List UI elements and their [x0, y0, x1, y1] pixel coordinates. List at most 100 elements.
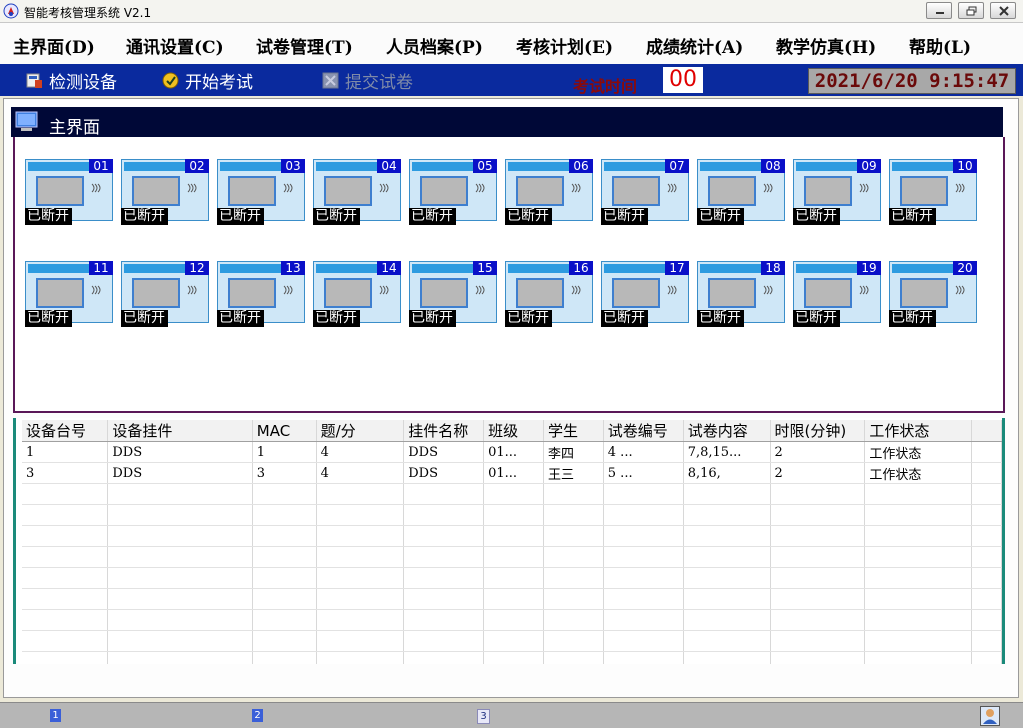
menu-paper-management[interactable]: 试卷管理(T): [256, 33, 353, 58]
device-tile[interactable]: 10 已断开: [889, 159, 977, 225]
column-header[interactable]: MAC: [252, 420, 317, 442]
device-tile[interactable]: 03 已断开: [217, 159, 305, 225]
empty-cell: [864, 651, 973, 664]
empty-cell: [864, 525, 973, 547]
device-tile[interactable]: 07 已断开: [601, 159, 689, 225]
empty-cell: [770, 483, 866, 505]
empty-cell: [971, 525, 1002, 547]
device-screen: [324, 278, 372, 308]
table-cell: [971, 462, 1002, 484]
empty-cell: [483, 504, 544, 526]
menu-main[interactable]: 主界面(D): [13, 33, 95, 58]
device-screen: [516, 176, 564, 206]
start-exam-icon: [162, 72, 179, 88]
submit-paper-button[interactable]: 提交试卷: [322, 69, 413, 93]
device-screen: [900, 278, 948, 308]
device-tile[interactable]: 11 已断开: [25, 261, 113, 327]
minimize-button[interactable]: [926, 2, 952, 19]
rfid-icon: [187, 183, 197, 193]
column-header[interactable]: 试卷编号: [603, 420, 684, 442]
detect-devices-button[interactable]: 检测设备: [26, 69, 117, 93]
empty-cell: [864, 546, 973, 568]
device-tile[interactable]: 19 已断开: [793, 261, 881, 327]
device-tile[interactable]: 18 已断开: [697, 261, 785, 327]
device-tile[interactable]: 17 已断开: [601, 261, 689, 327]
column-header[interactable]: 挂件名称: [403, 420, 485, 442]
device-tile[interactable]: 05 已断开: [409, 159, 497, 225]
empty-cell: [483, 546, 544, 568]
device-tile[interactable]: 02 已断开: [121, 159, 209, 225]
empty-cell: [483, 630, 544, 652]
column-header[interactable]: 试卷内容: [683, 420, 771, 442]
device-status: 已断开: [409, 310, 456, 327]
device-tile[interactable]: 04 已断开: [313, 159, 401, 225]
title-bar: 智能考核管理系统 V2.1: [0, 0, 1023, 23]
column-header[interactable]: [971, 420, 1002, 442]
status-panel-2: 2: [252, 709, 263, 722]
empty-cell: [252, 525, 317, 547]
device-tile[interactable]: 16 已断开: [505, 261, 593, 327]
close-button[interactable]: [990, 2, 1016, 19]
column-header[interactable]: 设备挂件: [107, 420, 253, 442]
device-screen: [804, 176, 852, 206]
empty-cell: [252, 630, 317, 652]
device-tile[interactable]: 14 已断开: [313, 261, 401, 327]
restore-button[interactable]: [958, 2, 984, 19]
submit-paper-icon: [322, 72, 339, 88]
device-number: 02: [185, 159, 209, 173]
column-header[interactable]: 时限(分钟): [770, 420, 866, 442]
panel-header: 主界面: [11, 107, 1003, 138]
menu-score-stats[interactable]: 成绩统计(A): [646, 33, 743, 58]
table-cell: 2: [770, 462, 866, 484]
status-panel-1: 1: [50, 709, 61, 722]
device-tile[interactable]: 15 已断开: [409, 261, 497, 327]
menu-comm-settings[interactable]: 通讯设置(C): [126, 33, 224, 58]
empty-cell: [403, 567, 485, 589]
user-button[interactable]: [980, 706, 1000, 726]
menu-exam-plan[interactable]: 考核计划(E): [516, 33, 613, 58]
empty-cell: [683, 567, 771, 589]
table-cell: 4: [316, 462, 405, 484]
empty-cell: [22, 525, 109, 547]
empty-cell: [971, 546, 1002, 568]
rfid-icon: [667, 183, 677, 193]
device-status: 已断开: [121, 208, 168, 225]
device-tile[interactable]: 09 已断开: [793, 159, 881, 225]
menu-help[interactable]: 帮助(L): [909, 33, 971, 58]
column-header[interactable]: 学生: [543, 420, 604, 442]
column-header[interactable]: 设备台号: [22, 420, 109, 442]
start-exam-button[interactable]: 开始考试: [162, 69, 253, 93]
empty-cell: [107, 504, 253, 526]
empty-cell: [864, 609, 973, 631]
empty-cell: [483, 483, 544, 505]
device-table: 设备台号 设备挂件 MAC 题/分 挂件名称 班级 学生 试卷编号 试卷内容 时限(分钟) 工作状态…: [13, 418, 1005, 664]
device-number: 15: [473, 261, 497, 275]
menu-personnel[interactable]: 人员档案(P): [386, 33, 483, 58]
column-header[interactable]: 班级: [483, 420, 544, 442]
rfid-icon: [475, 183, 485, 193]
device-tile[interactable]: 08 已断开: [697, 159, 785, 225]
device-tile[interactable]: 01 已断开: [25, 159, 113, 225]
empty-cell: [107, 630, 253, 652]
device-status: 已断开: [697, 310, 744, 327]
empty-cell: [770, 546, 866, 568]
device-screen: [420, 176, 468, 206]
table-row[interactable]: 1 DDS 1 4 DDS 01... 李四 4 ... 7,8,15... 2 工作状态: [22, 441, 1002, 463]
table-row[interactable]: 3 DDS 3 4 DDS 01... 王三 5 ... 8,16, 2 工作状态: [22, 462, 1002, 484]
rfid-icon: [283, 285, 293, 295]
device-tile[interactable]: 20 已断开: [889, 261, 977, 327]
submit-paper-label: 提交试卷: [345, 72, 413, 93]
device-tile[interactable]: 06 已断开: [505, 159, 593, 225]
device-status: 已断开: [889, 208, 936, 225]
empty-cell: [403, 651, 485, 664]
column-header[interactable]: 工作状态: [864, 420, 973, 442]
device-tile[interactable]: 13 已断开: [217, 261, 305, 327]
empty-cell: [543, 525, 604, 547]
column-header[interactable]: 题/分: [316, 420, 405, 442]
table-cell: 工作状态: [864, 441, 973, 463]
menu-bar: 主界面(D) 通讯设置(C) 试卷管理(T) 人员档案(P) 考核计划(E) 成…: [0, 23, 1023, 64]
device-tile[interactable]: 12 已断开: [121, 261, 209, 327]
menu-teaching-sim[interactable]: 教学仿真(H): [776, 33, 876, 58]
rfid-icon: [187, 285, 197, 295]
rfid-icon: [763, 285, 773, 295]
